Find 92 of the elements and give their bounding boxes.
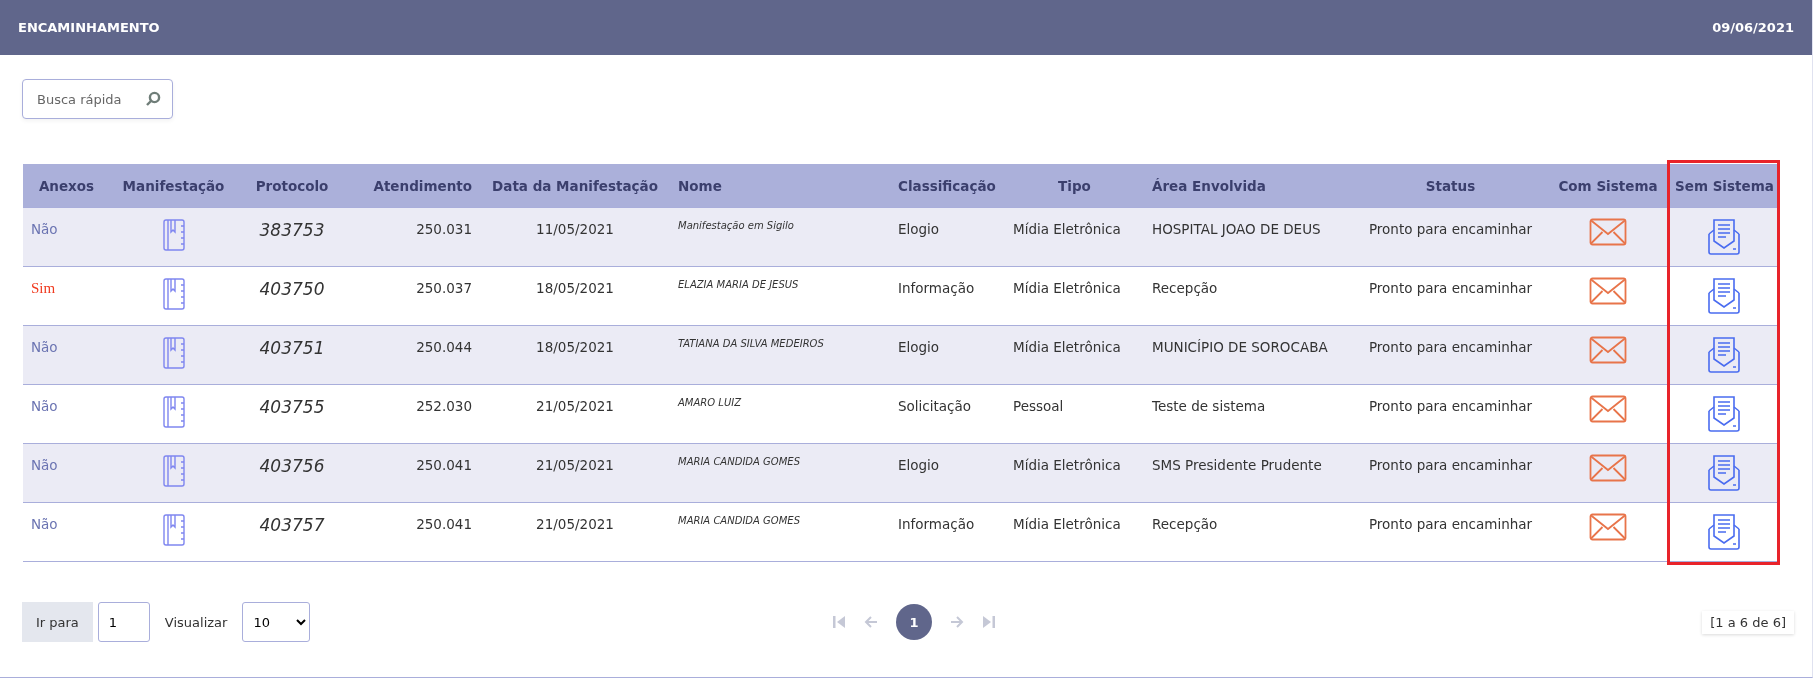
table-cell-text: 252.030 (415, 397, 473, 416)
table-cell-text: Elogio (897, 338, 941, 357)
column-header: Nome (677, 177, 723, 194)
table-cell-text: 403757 (258, 514, 326, 537)
table-cell-text: ELAZIA MARIA DE JESUS (677, 278, 800, 292)
table-cell-text: Pronto para encaminhar (1367, 220, 1534, 239)
envelope-icon[interactable] (1589, 336, 1627, 364)
table-cell-text: 403755 (258, 396, 326, 419)
notebook-icon[interactable] (161, 336, 186, 370)
column-header: Anexos (37, 177, 96, 194)
column-header: Classificação (897, 177, 997, 194)
table-cell-text: 383753 (258, 219, 326, 242)
column-header: Status (1424, 177, 1477, 194)
attachment-status: Sim (30, 279, 57, 298)
table-cell-text: Recepção (1151, 515, 1219, 534)
previous-arrow-icon[interactable] (864, 615, 878, 629)
page-button[interactable]: 1 (896, 604, 932, 640)
table-cell-text: Mídia Eletrônica (1012, 456, 1122, 475)
table-cell-text: Informação (897, 515, 976, 534)
table-cell-text: AMARO LUIZ (676, 396, 743, 410)
envelope-icon[interactable] (1589, 454, 1627, 482)
first-page-icon[interactable] (832, 615, 846, 629)
table-cell-text: Solicitação (897, 397, 973, 416)
attachment-status: Não (30, 456, 59, 475)
table-cell-text: 250.041 (415, 515, 473, 534)
table-cell-text: 403750 (258, 278, 326, 301)
envelope-icon[interactable] (1589, 395, 1627, 423)
page-size-select[interactable]: 10 (242, 602, 311, 642)
table-cell-text: 250.031 (415, 220, 473, 239)
column-header: Manifestação (121, 177, 226, 194)
table-cell-text: 21/05/2021 (535, 515, 615, 534)
go-to-button[interactable]: Ir para (22, 602, 93, 642)
envelope-icon[interactable] (1589, 218, 1627, 246)
table-cell-text: Pronto para encaminhar (1367, 515, 1534, 534)
table-cell-text: 18/05/2021 (535, 338, 615, 357)
table-cell-text: Pessoal (1012, 397, 1065, 416)
column-header: Atendimento (372, 177, 473, 194)
table-cell-text: Recepção (1151, 279, 1219, 298)
column-header: Tipo (1057, 177, 1092, 194)
notebook-icon[interactable] (161, 218, 186, 252)
table-cell-text: 250.041 (415, 456, 473, 475)
notebook-icon[interactable] (161, 395, 186, 429)
table-cell-text: 11/05/2021 (535, 220, 615, 239)
column-header: Protocolo (254, 177, 330, 194)
table-cell-text: Pronto para encaminhar (1367, 397, 1534, 416)
table-cell-text: MUNICÍPIO DE SOROCABA (1151, 338, 1329, 357)
table-cell-text: Pronto para encaminhar (1367, 338, 1534, 357)
notebook-icon[interactable] (161, 454, 186, 488)
table-cell-text: Mídia Eletrônica (1012, 338, 1122, 357)
attachment-status: Não (30, 220, 59, 239)
table-cell-text: MARIA CANDIDA GOMES (677, 455, 801, 469)
table-cell-text: HOSPITAL JOAO DE DEUS (1151, 220, 1322, 239)
record-count: [1 a 6 de 6] (1702, 610, 1794, 634)
table-cell-text: 21/05/2021 (535, 456, 615, 475)
column-header: Com Sistema (1557, 177, 1659, 194)
table-cell-text: MARIA CANDIDA GOMES (677, 514, 801, 528)
table-cell-text: TATIANA DA SILVA MEDEIROS (677, 337, 825, 351)
attachment-status: Não (30, 515, 59, 534)
envelope-icon[interactable] (1589, 513, 1627, 541)
table-cell-text: Informação (897, 279, 976, 298)
page-number-field[interactable]: 1 (97, 602, 150, 642)
table-cell-text: Manifestação em Sigilo (677, 219, 795, 233)
next-arrow-icon[interactable] (950, 615, 964, 629)
table-cell-text: 18/05/2021 (535, 279, 615, 298)
column-header: Área Envolvida (1151, 177, 1267, 194)
table-cell-text: 403756 (258, 455, 326, 478)
attachment-status: Não (30, 397, 59, 416)
table-cell-text: 21/05/2021 (535, 397, 615, 416)
search-icon[interactable] (145, 91, 161, 107)
last-page-icon[interactable] (982, 615, 996, 629)
table-cell-text: 403751 (258, 337, 326, 360)
envelope-icon[interactable] (1589, 277, 1627, 305)
table-cell-text: Mídia Eletrônica (1012, 279, 1122, 298)
view-label: Visualizar (164, 614, 228, 630)
table-cell-text: Mídia Eletrônica (1012, 515, 1122, 534)
search-field[interactable]: Busca rápida (22, 79, 173, 119)
table-cell-text: Elogio (897, 456, 941, 475)
table-cell-text: SMS Presidente Prudente (1151, 456, 1323, 475)
table-cell-text: Mídia Eletrônica (1012, 220, 1122, 239)
attachment-status: Não (30, 338, 59, 357)
table-cell-text: 250.044 (415, 338, 473, 357)
column-header: Sem Sistema (1674, 177, 1775, 194)
table-cell-text: Pronto para encaminhar (1367, 456, 1534, 475)
notebook-icon[interactable] (161, 277, 186, 311)
table-cell-text: Pronto para encaminhar (1367, 279, 1534, 298)
current-date: 09/06/2021 (1712, 20, 1794, 35)
table-cell-text: 250.037 (415, 279, 473, 298)
table-cell-text: Elogio (897, 220, 941, 239)
notebook-icon[interactable] (161, 513, 186, 547)
page-title: ENCAMINHAMENTO (18, 20, 160, 35)
column-header: Data da Manifestação (491, 177, 659, 194)
table-cell-text: Teste de sistema (1151, 397, 1267, 416)
